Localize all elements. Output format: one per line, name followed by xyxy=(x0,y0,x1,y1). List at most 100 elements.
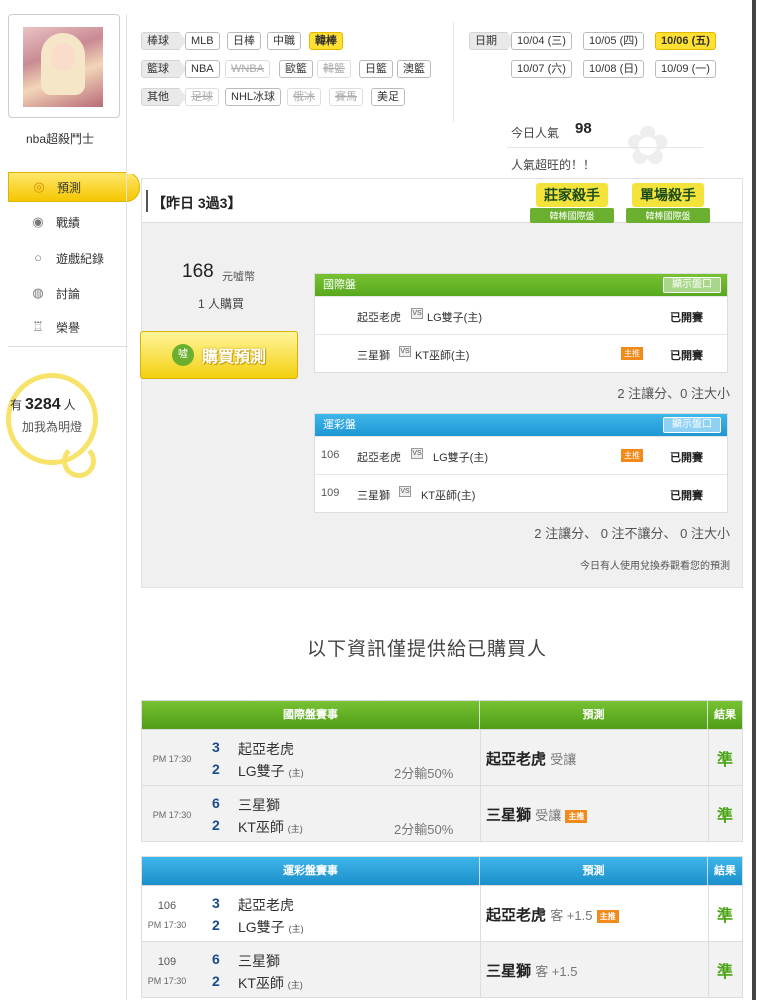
date-option[interactable]: 10/05 (四) xyxy=(583,32,644,50)
filter-jpn-baseball[interactable]: 日棒 xyxy=(227,32,261,50)
date-option-selected[interactable]: 10/06 (五) xyxy=(655,32,716,50)
filter-mlb[interactable]: MLB xyxy=(185,32,220,50)
avatar-frame[interactable] xyxy=(8,14,120,118)
mascot-icon: ✿ xyxy=(625,116,671,176)
game-time: PM 17:30 xyxy=(147,920,187,930)
score: 2 xyxy=(212,817,220,833)
prediction-detail: 受讓 xyxy=(535,808,562,823)
game-number: 109 xyxy=(321,487,340,499)
filter-nba[interactable]: NBA xyxy=(185,60,220,78)
handicap-result: 2分輸50% xyxy=(394,822,454,837)
filter-euro-basketball[interactable]: 歐籃 xyxy=(279,60,313,78)
badge-single-killer: 單場殺手 韓棒國際盤 xyxy=(626,183,710,223)
home-team: 起亞老虎 xyxy=(357,452,401,464)
divider xyxy=(480,942,481,997)
filter-nfl[interactable]: 美足 xyxy=(371,88,405,106)
divider xyxy=(480,886,481,941)
badge-sub: 韓棒國際盤 xyxy=(626,208,710,223)
filter-horse-racing: 賽馬 xyxy=(329,88,363,106)
score: 3 xyxy=(212,739,220,755)
buy-prediction-button[interactable]: 噓 購買預測 xyxy=(140,331,298,379)
filter-rus-hockey: 俄冰 xyxy=(287,88,321,106)
column-header: 結果 xyxy=(714,709,736,721)
team-name-text: LG雙子 xyxy=(238,919,285,935)
username[interactable]: nba超殺鬥士 xyxy=(0,130,120,147)
panel-title: 【昨日 3過3】 xyxy=(145,190,242,212)
score: 2 xyxy=(212,761,220,777)
sidebar-item-game-log[interactable]: ○ 遊戲紀錄 xyxy=(0,243,128,273)
avatar[interactable] xyxy=(23,27,103,107)
badge-bookie-killer: 莊家殺手 韓棒國際盤 xyxy=(530,183,614,223)
filter-area: 棒球 MLB 日棒 中職 韓棒 籃球 NBA WNBA 歐籃 韓籃 日籃 澳籃 … xyxy=(127,14,752,176)
team-name-text: KT巫師 xyxy=(238,819,284,835)
hot-pick-badge: 主推 xyxy=(596,909,619,923)
hot-pick-badge: 主推 xyxy=(621,347,643,360)
match-status: 已開賽 xyxy=(670,490,703,502)
home-team: 三星獅 xyxy=(357,350,390,362)
intl-odds-table: 國際盤 顯示盤口 起亞老虎 VS LG雙子(主) 已開賽 三星獅 VS KT巫師… xyxy=(314,273,728,373)
table-row: PM 17:30 3 起亞老虎 2 LG雙子 (主) 2分輸50% 起亞老虎 受… xyxy=(142,729,742,785)
date-option[interactable]: 10/09 (一) xyxy=(655,60,716,78)
divider xyxy=(480,786,481,841)
away-team: KT巫師(主) xyxy=(421,490,476,502)
follow-link[interactable]: 加我為明燈 xyxy=(22,418,82,435)
buy-label: 購買預測 xyxy=(201,349,266,366)
home-marker: (主) xyxy=(287,824,303,834)
filter-cpbl[interactable]: 中職 xyxy=(267,32,301,50)
prediction: 起亞老虎 客 +1.5 主推 xyxy=(486,904,619,925)
prediction: 三星獅 受讓 主推 xyxy=(486,804,588,825)
vs-icon: VS xyxy=(411,448,423,459)
fan-count: 有 3284 人 xyxy=(10,396,76,414)
circle-icon: ○ xyxy=(34,250,42,265)
filter-kbo[interactable]: 韓棒 xyxy=(309,32,343,50)
popularity-text: 人氣超旺的！！ xyxy=(511,158,596,172)
prediction-team: 起亞老虎 xyxy=(486,907,547,924)
sidebar-item-label: 榮譽 xyxy=(56,320,81,335)
home-marker: (主) xyxy=(288,924,304,934)
sidebar-item-discussion[interactable]: ◍ 討論 xyxy=(0,278,128,308)
game-time: PM 17:30 xyxy=(147,976,187,986)
team-name: KT巫師 (主) xyxy=(238,973,303,993)
lightbulb-base-icon xyxy=(62,444,96,478)
panel-header: 【昨日 3過3】 莊家殺手 韓棒國際盤 單場殺手 韓棒國際盤 xyxy=(142,179,742,223)
vs-icon: VS xyxy=(411,308,423,319)
table-row: 起亞老虎 VS LG雙子(主) 已開賽 xyxy=(315,296,727,334)
sidebar-item-label: 戰績 xyxy=(56,215,81,230)
vs-icon: VS xyxy=(399,346,411,357)
game-time: PM 17:30 xyxy=(152,810,192,820)
info-title: 以下資訊僅提供給已購買人 xyxy=(307,639,548,660)
lottery-results-header: 運彩盤賽事 預測 結果 xyxy=(142,857,742,885)
team-name: 起亞老虎 xyxy=(238,741,294,757)
filter-nhl[interactable]: NHL冰球 xyxy=(225,88,282,106)
sidebar-item-record[interactable]: ◉ 戰績 xyxy=(0,207,128,237)
score: 6 xyxy=(212,795,220,811)
medal-icon: ♖ xyxy=(32,319,44,334)
date-option[interactable]: 10/07 (六) xyxy=(511,60,572,78)
prediction-team: 三星獅 xyxy=(486,807,532,824)
hot-pick-badge: 主推 xyxy=(565,809,588,823)
team-name: 三星獅 xyxy=(238,953,280,969)
away-team: LG雙子(主) xyxy=(433,452,488,464)
date-option[interactable]: 10/04 (三) xyxy=(511,32,572,50)
filter-soccer: 足球 xyxy=(185,88,219,106)
divider xyxy=(8,346,128,347)
game-number: 106 xyxy=(321,449,340,461)
category-baseball: 棒球 xyxy=(141,32,187,50)
sidebar-item-predict[interactable]: ◎ 預測 xyxy=(8,172,140,202)
away-team: LG雙子(主) xyxy=(427,312,482,324)
show-odds-button[interactable]: 顯示盤口 xyxy=(663,417,721,433)
filter-jpn-basketball[interactable]: 日籃 xyxy=(359,60,393,78)
filter-aus-basketball[interactable]: 澳籃 xyxy=(397,60,431,78)
date-option[interactable]: 10/08 (日) xyxy=(583,60,644,78)
result-badge: 準 xyxy=(716,808,733,825)
score: 2 xyxy=(212,917,220,933)
intl-results-table: 國際盤賽事 預測 結果 PM 17:30 3 起亞老虎 2 LG雙子 (主) 2… xyxy=(141,700,743,842)
hot-pick-badge: 主推 xyxy=(621,449,643,462)
game-number: 106 xyxy=(157,900,177,912)
team-name: LG雙子 (主) xyxy=(238,917,304,937)
sidebar-item-honor[interactable]: ♖ 榮譽 xyxy=(0,312,128,342)
team-name-text: LG雙子 xyxy=(238,763,285,779)
lottery-table-header: 運彩盤 顯示盤口 xyxy=(315,414,727,436)
score: 2 xyxy=(212,973,220,989)
show-odds-button[interactable]: 顯示盤口 xyxy=(663,277,721,293)
